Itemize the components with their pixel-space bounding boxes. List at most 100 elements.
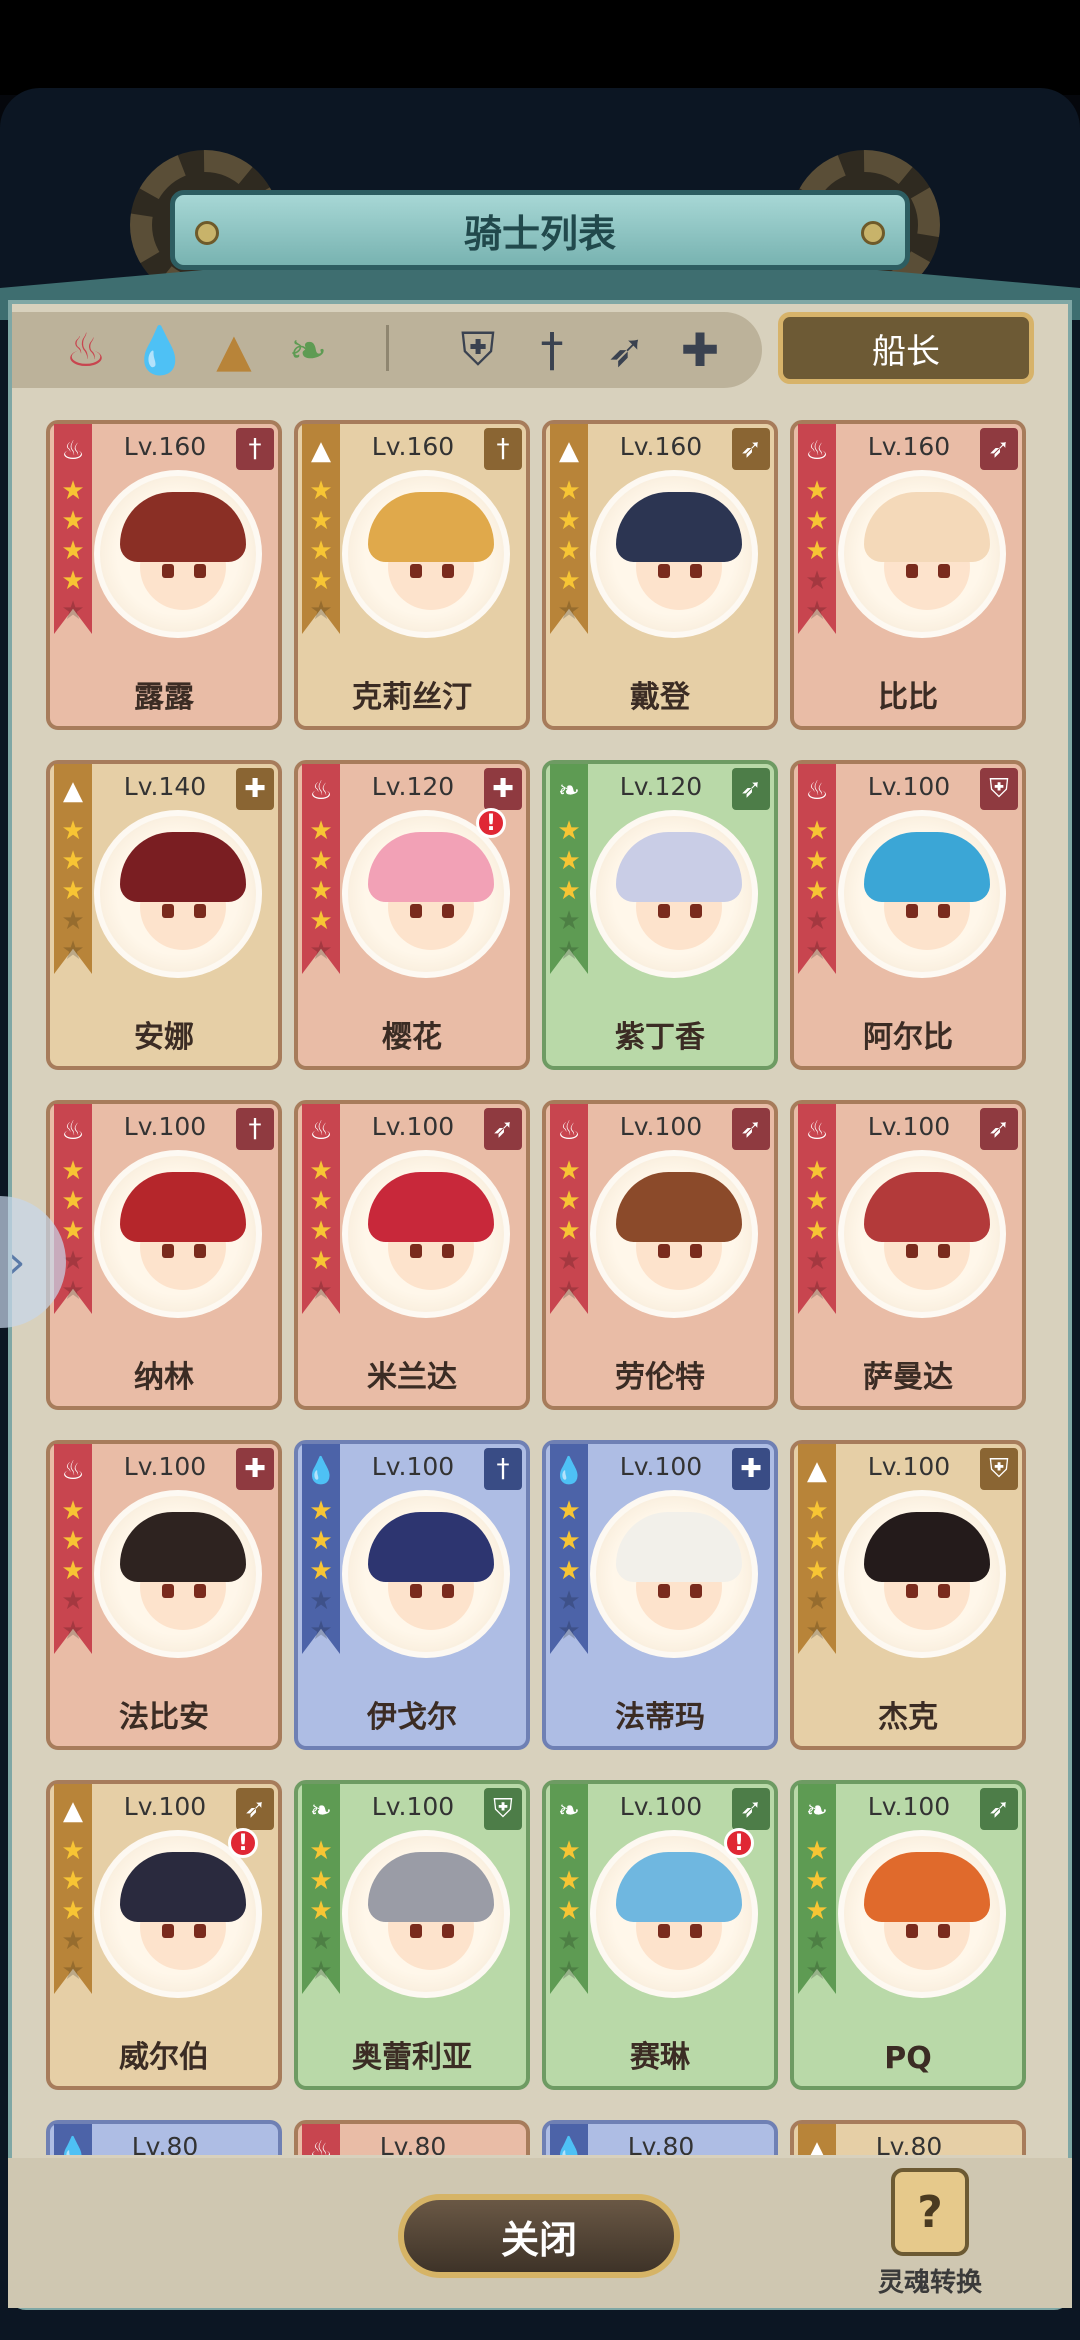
star-icon: ★ [557, 506, 581, 536]
star-icon: ★ [805, 1156, 829, 1186]
portrait-eye [442, 1584, 454, 1598]
knight-level: Lv.100 [123, 1112, 207, 1141]
healer-class-icon[interactable]: ✚ [670, 320, 730, 380]
close-button[interactable]: 关闭 [398, 2194, 680, 2278]
star-rating: ★ ★ ★ ★ ★ [802, 816, 832, 966]
knight-card[interactable]: ▲ ★ ★ ★ ★ ★ Lv.160 ➶ 戴登 [542, 420, 778, 730]
knight-portrait [94, 1490, 262, 1658]
knight-card[interactable]: ▲ ★ ★ ★ ★ ★ Lv.140 ✚ 安娜 [46, 760, 282, 1070]
portrait-eye [410, 1924, 422, 1938]
knight-level: Lv.80 [379, 2132, 447, 2155]
star-icon: ★ [557, 1526, 581, 1556]
knight-portrait [838, 810, 1006, 978]
class-icon: ➶ [732, 428, 770, 470]
star-icon: ★ [805, 936, 829, 966]
alert-badge-icon: ! [228, 1828, 258, 1858]
portrait-eye [658, 1584, 670, 1598]
knight-card[interactable]: ❧ ★ ★ ★ ★ ★ Lv.100 ➶ PQ [790, 1780, 1026, 2090]
knight-card[interactable]: ♨ ★ ★ ★ ★ ★ Lv.160 † 露露 [46, 420, 282, 730]
fire-element-icon[interactable]: ♨ [56, 320, 116, 380]
star-icon: ★ [61, 1496, 85, 1526]
class-icon: ➶ [236, 1788, 274, 1830]
knight-card[interactable]: 💧★★★★★Lv.80 [46, 2120, 282, 2155]
water-element-icon[interactable]: 💧 [130, 320, 190, 380]
star-icon: ★ [805, 1526, 829, 1556]
shield-class-icon[interactable]: ⛨ [448, 320, 508, 380]
knight-card[interactable]: ▲ ★ ★ ★ ★ ★ Lv.100 ⛨ 杰克 [790, 1440, 1026, 1750]
star-icon: ★ [61, 566, 85, 596]
knight-level: Lv.160 [123, 432, 207, 461]
star-icon: ★ [309, 476, 333, 506]
knight-name: 克莉丝汀 [352, 680, 472, 715]
knight-name: 杰克 [878, 1700, 938, 1735]
star-rating: ★ ★ ★ ★ ★ [554, 1836, 584, 1986]
star-icon: ★ [805, 1896, 829, 1926]
star-icon: ★ [805, 596, 829, 626]
portrait-eye [690, 1244, 702, 1258]
status-bar [0, 0, 1080, 95]
star-icon: ★ [61, 876, 85, 906]
knight-name: PQ [884, 2041, 932, 2076]
class-icon: ➶ [980, 1788, 1018, 1830]
banner-rivet-left [195, 221, 219, 245]
star-icon: ★ [557, 1556, 581, 1586]
knight-card[interactable]: ♨ ★ ★ ★ ★ ★ Lv.100 ✚ 法比安 [46, 1440, 282, 1750]
knight-card[interactable]: ▲★★★★★Lv.80 [790, 2120, 1026, 2155]
knight-card[interactable]: 💧★★★★★Lv.80 [542, 2120, 778, 2155]
knight-card[interactable]: 💧 ★ ★ ★ ★ ★ Lv.100 ✚ 法蒂玛 [542, 1440, 778, 1750]
portrait-hair [368, 1512, 494, 1582]
star-rating: ★ ★ ★ ★ ★ [802, 1156, 832, 1306]
knight-card[interactable]: ❧ ★ ★ ★ ★ ★ Lv.100 ⛨ 奥蕾利亚 [294, 1780, 530, 2090]
star-icon: ★ [309, 506, 333, 536]
star-icon: ★ [61, 1156, 85, 1186]
knight-level: Lv.100 [371, 1112, 455, 1141]
knight-level: Lv.100 [867, 1452, 951, 1481]
class-icon: ⛨ [980, 768, 1018, 810]
knight-card[interactable]: ♨ ★ ★ ★ ★ ★ Lv.100 ➶ 萨曼达 [790, 1100, 1026, 1410]
knight-name: 法蒂玛 [615, 1700, 705, 1735]
star-icon: ★ [557, 476, 581, 506]
fire-element-icon: ♨ [557, 1116, 581, 1146]
earth-element-icon[interactable]: ▲ [204, 320, 264, 380]
knight-level: Lv.100 [867, 772, 951, 801]
fire-element-icon: ♨ [309, 776, 333, 806]
star-icon: ★ [309, 1526, 333, 1556]
alert-badge-icon: ! [476, 808, 506, 838]
knight-card[interactable]: ♨ ★ ★ ★ ★ ★ Lv.100 † 纳林 [46, 1100, 282, 1410]
bow-class-icon[interactable]: ➶ [596, 320, 656, 380]
soul-convert-button[interactable]: ? 灵魂转换 [870, 2168, 990, 2318]
star-icon: ★ [805, 1496, 829, 1526]
knight-card[interactable]: ♨ ★ ★ ★ ★ ★ Lv.120 ✚! 樱花 [294, 760, 530, 1070]
star-rating: ★ ★ ★ ★ ★ [58, 816, 88, 966]
knight-card[interactable]: ♨ ★ ★ ★ ★ ★ Lv.100 ➶ 劳伦特 [542, 1100, 778, 1410]
sword-class-icon[interactable]: † [522, 320, 582, 380]
star-icon: ★ [309, 536, 333, 566]
portrait-eye [410, 1584, 422, 1598]
knight-card[interactable]: ▲ ★ ★ ★ ★ ★ Lv.160 † 克莉丝汀 [294, 420, 530, 730]
portrait-hair [368, 492, 494, 562]
star-icon: ★ [557, 1276, 581, 1306]
knight-name: 露露 [134, 680, 194, 715]
class-icon: † [484, 1448, 522, 1490]
knight-card[interactable]: ❧ ★ ★ ★ ★ ★ Lv.120 ➶ 紫丁香 [542, 760, 778, 1070]
knight-card[interactable]: ♨ ★ ★ ★ ★ ★ Lv.100 ⛨ 阿尔比 [790, 760, 1026, 1070]
knight-card[interactable]: ▲ ★ ★ ★ ★ ★ Lv.100 ➶! 威尔伯 [46, 1780, 282, 2090]
knight-card[interactable]: ❧ ★ ★ ★ ★ ★ Lv.100 ➶! 赛琳 [542, 1780, 778, 2090]
portrait-eye [938, 564, 950, 578]
captain-button[interactable]: 船长 [778, 312, 1034, 384]
earth-element-icon: ▲ [63, 1796, 83, 1826]
knight-name: 劳伦特 [615, 1360, 705, 1395]
nature-element-icon[interactable]: ❧ [278, 320, 338, 380]
knight-card[interactable]: 💧 ★ ★ ★ ★ ★ Lv.100 † 伊戈尔 [294, 1440, 530, 1750]
knight-card[interactable]: ♨ ★ ★ ★ ★ ★ Lv.100 ➶ 米兰达 [294, 1100, 530, 1410]
fire-element-icon: ♨ [805, 776, 829, 806]
knight-card[interactable]: ♨ ★ ★ ★ ★ ★ Lv.160 ➶ 比比 [790, 420, 1026, 730]
star-icon: ★ [309, 1616, 333, 1646]
portrait-eye [658, 1244, 670, 1258]
star-icon: ★ [309, 566, 333, 596]
star-icon: ★ [309, 1926, 333, 1956]
star-icon: ★ [309, 1586, 333, 1616]
knight-card[interactable]: ♨★★★★★Lv.80 [294, 2120, 530, 2155]
star-icon: ★ [805, 1216, 829, 1246]
portrait-eye [442, 1244, 454, 1258]
